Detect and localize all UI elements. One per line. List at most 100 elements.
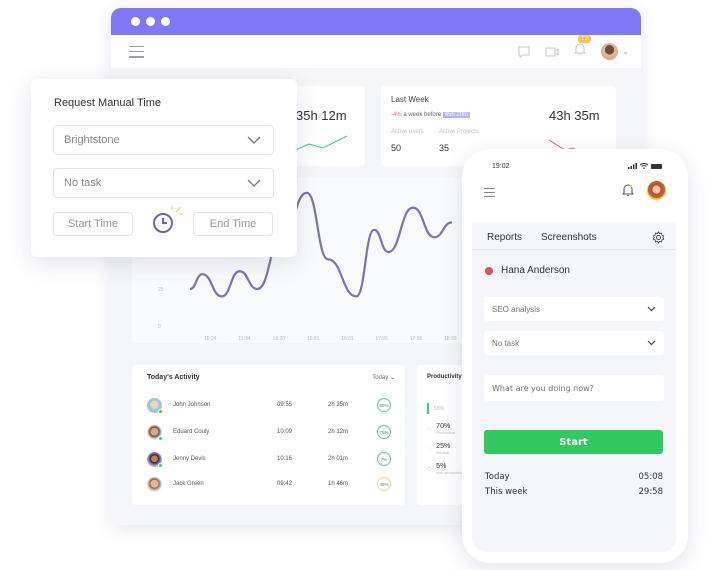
window-dot[interactable] — [131, 17, 140, 26]
task-select[interactable]: No task — [53, 168, 274, 198]
online-indicator — [158, 435, 163, 441]
signal-icon — [628, 163, 637, 169]
request-manual-time-dialog: Request Manual Time Brightstone No task … — [31, 79, 297, 257]
label: Productive — [436, 430, 456, 435]
bell-icon[interactable] — [622, 183, 634, 197]
x-tick-label: 10:24 — [204, 336, 217, 342]
gear-icon[interactable] — [652, 231, 665, 244]
productivity-ring: 79% — [377, 425, 391, 439]
start-time-button[interactable]: Start Time — [53, 212, 133, 236]
user-name: Jenny Devis — [173, 456, 206, 462]
phone-header: 19:02 — [472, 156, 676, 222]
user-name: Jack Green — [173, 481, 204, 487]
activity-filter-dropdown[interactable]: Today ⌄ — [372, 374, 395, 381]
label: Non-productive — [436, 470, 464, 475]
activity-row[interactable]: Jack Green 09:42 1h 46m 45% — [147, 474, 397, 494]
user-avatar[interactable] — [647, 181, 666, 200]
clock-icon — [153, 206, 183, 233]
value: 5% — [436, 463, 447, 470]
active-users-label: Active users — [391, 129, 424, 135]
active-users-value: 50 — [391, 143, 402, 153]
current-user: Hana Anderson — [485, 265, 570, 276]
title-bar — [111, 8, 641, 35]
avatar — [147, 424, 163, 441]
menu-icon[interactable] — [484, 188, 495, 197]
avatar — [147, 451, 163, 468]
stat-label: This week — [485, 487, 528, 497]
stat-label: Today — [485, 472, 510, 482]
activity-title: Today's Activity — [147, 374, 200, 381]
chevron-down-icon[interactable]: ⌄ — [622, 47, 629, 56]
project-value: SEO analysis — [492, 304, 541, 314]
start-time: 09:55 — [277, 402, 293, 408]
todays-activity-card: Today's Activity Today ⌄ John Johnson 09… — [132, 365, 405, 505]
menu-icon[interactable] — [129, 45, 144, 58]
user-avatar[interactable] — [601, 43, 619, 60]
ring-icon: ◌ — [427, 425, 432, 433]
notifications[interactable]: 12 — [573, 35, 591, 61]
y-tick-label: 0 — [158, 324, 161, 330]
week-stat: This week 29:58 — [485, 487, 663, 497]
chat-icon[interactable] — [517, 45, 531, 59]
project-value: Brightstone — [64, 134, 120, 146]
video-icon[interactable] — [545, 45, 559, 59]
avatar — [147, 476, 162, 492]
productivity-title: Productivity — [427, 374, 462, 380]
filter-label: Today — [372, 375, 389, 381]
user-name: John Johnson — [173, 402, 211, 408]
tab-reports[interactable]: Reports — [487, 232, 522, 243]
activity-input[interactable] — [484, 375, 664, 401]
productivity-summary: 55% — [427, 403, 444, 414]
value: 70% — [436, 423, 451, 430]
activity-row[interactable]: Jenny Devis 10:16 2h 01m 7% — [147, 449, 397, 469]
status-icons — [628, 163, 662, 169]
active-projects-label: Active Projects — [439, 129, 479, 135]
trend-sparkline-green — [291, 135, 348, 153]
x-tick-label: 17:05 — [375, 336, 388, 342]
x-tick-label: 18:30 — [444, 336, 457, 342]
change-label: a week before — [403, 112, 442, 118]
change-text: -4% a week before 45h 20m — [391, 112, 471, 118]
activity-row[interactable]: Eduard Couly 10:09 2h 12m 79% — [147, 422, 397, 442]
status-time: 19:02 — [492, 163, 510, 170]
phone-screen: 19:02 Reports Screenshots Hana Anderson … — [472, 156, 676, 552]
ring-icon: ◌ — [427, 465, 432, 473]
duration: 1h 46m — [328, 481, 349, 487]
start-time: 09:42 — [277, 481, 293, 487]
x-tick-label: 17:56 — [410, 336, 423, 342]
start-button[interactable]: Start — [484, 430, 663, 454]
end-time-button[interactable]: End Time — [193, 212, 273, 236]
x-tick-label: 13:20 — [273, 336, 286, 342]
task-value: No task — [492, 338, 520, 348]
notification-badge: 12 — [578, 35, 591, 43]
activity-row[interactable]: John Johnson 09:55 2h 35m 85% — [147, 395, 397, 415]
previous-value: 45h 20m — [442, 112, 471, 118]
value: 25% — [436, 443, 451, 450]
this-week-total: 35h 12m — [296, 108, 347, 123]
productivity-ring: 7% — [377, 452, 391, 466]
task-select[interactable]: No task — [484, 331, 664, 355]
start-time: 10:09 — [277, 429, 293, 435]
start-time: 10:16 — [277, 456, 293, 462]
duration: 2h 12m — [328, 429, 349, 435]
wifi-icon — [640, 163, 648, 169]
change-percent: -4% — [391, 112, 402, 118]
online-indicator — [158, 462, 163, 468]
bell-icon[interactable] — [573, 42, 587, 56]
productivity-item: ◌ 5% Non-productive — [427, 463, 463, 475]
app-header: 12 ⌄ — [111, 35, 641, 68]
project-select[interactable]: Brightstone — [53, 125, 274, 155]
window-dot[interactable] — [161, 17, 170, 26]
y-tick-label: 25 — [158, 287, 164, 293]
window-dot[interactable] — [146, 17, 155, 26]
project-select[interactable]: SEO analysis — [484, 297, 664, 321]
duration: 2h 35m — [328, 402, 349, 408]
chevron-down-icon — [247, 179, 261, 187]
status-dot — [485, 266, 493, 275]
mobile-phone: 19:02 Reports Screenshots Hana Anderson … — [462, 149, 688, 563]
tab-screenshots[interactable]: Screenshots — [541, 232, 597, 243]
user-name: Hana Anderson — [501, 265, 570, 276]
chevron-down-icon — [247, 136, 261, 144]
productivity-ring: 45% — [377, 477, 391, 491]
stat-value: 05:08 — [638, 472, 664, 482]
